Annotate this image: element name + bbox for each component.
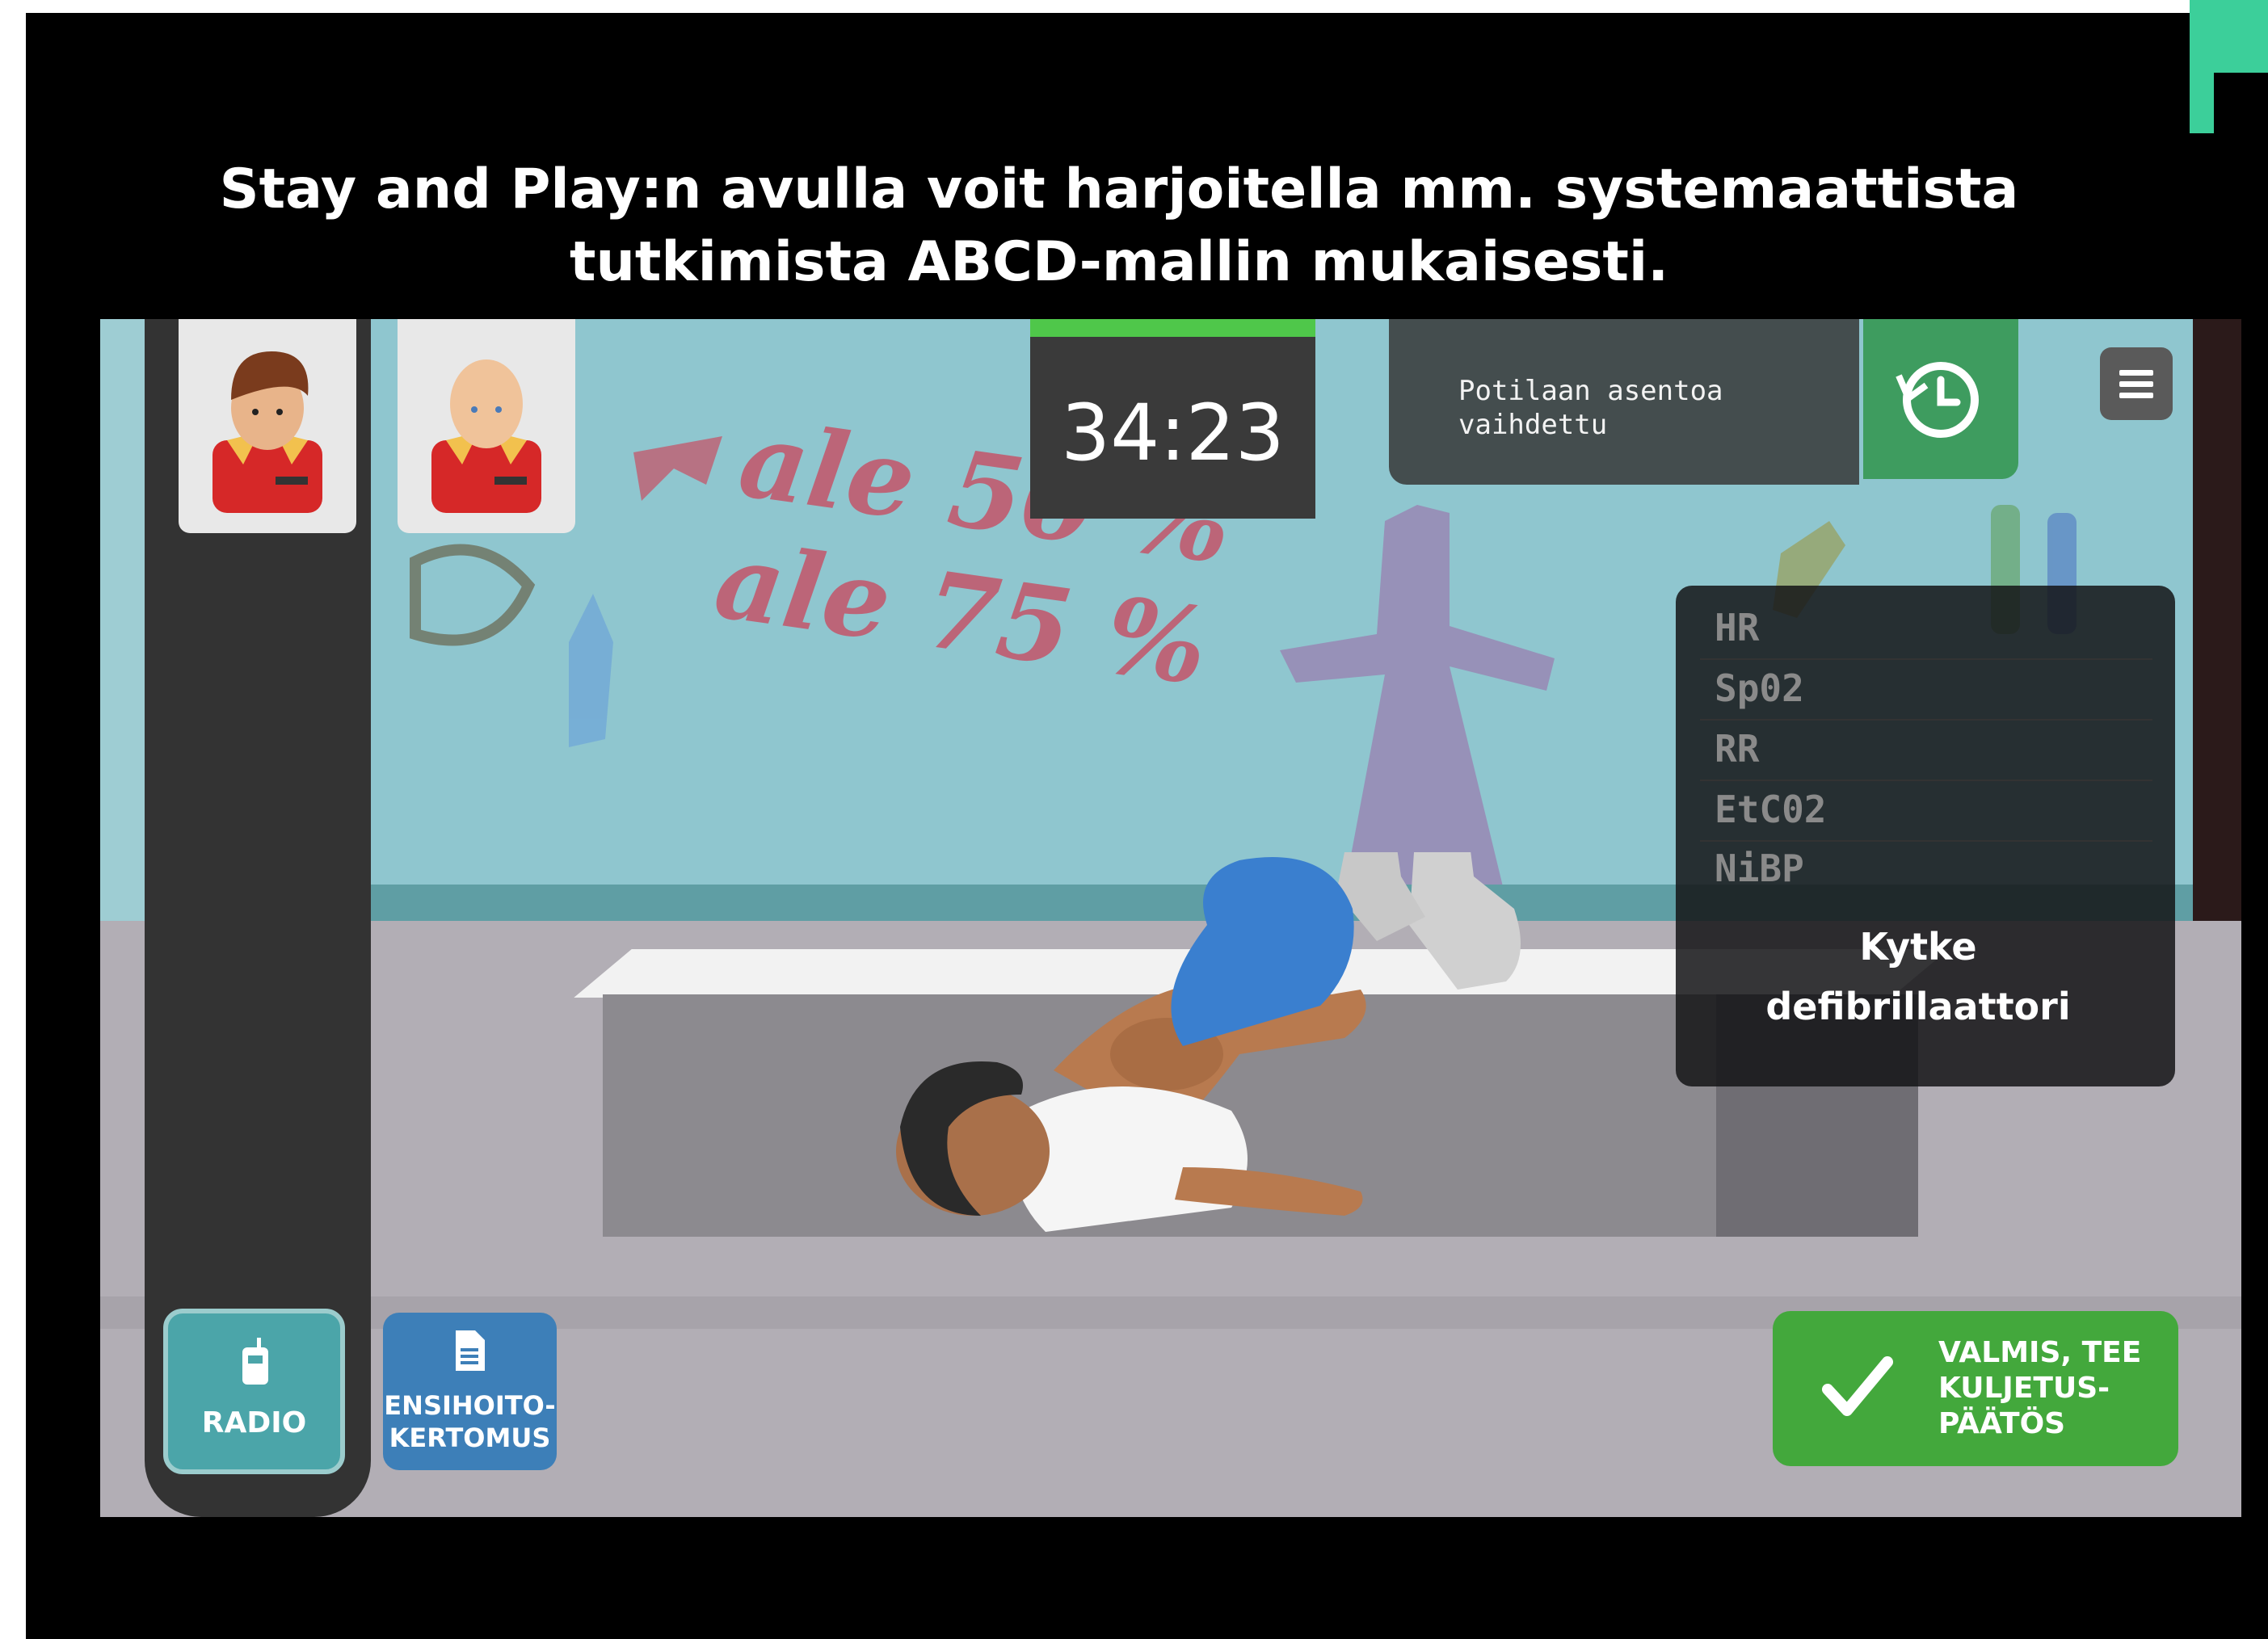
corner-decoration-bar <box>2190 0 2214 133</box>
vital-etco2-label: EtC02 <box>1715 788 1827 831</box>
patient-figure[interactable] <box>787 852 1676 1305</box>
finish-button-label-2: KULJETUS- <box>1938 1372 2110 1405</box>
event-notice-text: Potilaan asentoa vaihdettu <box>1458 375 1723 441</box>
timer-value: 34:23 <box>1061 388 1285 478</box>
finish-button-label-3: PÄÄTÖS <box>1938 1407 2066 1440</box>
connect-defibrillator-label-1: Kytke <box>1859 925 1977 969</box>
hamburger-menu-icon-bar <box>2119 393 2153 398</box>
event-notice: Potilaan asentoa vaihdettu <box>1389 319 1859 485</box>
game-viewport[interactable]: ale 50 % ale 75 % 34:23 Potilaan asentoa… <box>100 319 2241 1517</box>
patient-report-label-1: ENSIHOITO- <box>384 1390 556 1421</box>
wall-edge-right <box>2193 319 2241 921</box>
headline-line-1: Stay and Play:n avulla voit harjoitella … <box>219 158 2019 221</box>
timer-progress-bar <box>1030 319 1315 337</box>
document-icon <box>456 1330 485 1371</box>
paramedic-avatar-1[interactable] <box>179 319 356 533</box>
headline-line-2: tutkimista ABCD-mallin mukaisesti. <box>569 230 1669 294</box>
checkmark-icon <box>1822 1356 1893 1416</box>
paramedic-avatar-2[interactable] <box>398 319 575 533</box>
vitals-monitor[interactable]: HR Sp02 RR EtC02 NiBP Kytke defibrillaat… <box>1676 586 2175 1086</box>
paramedic-2-icon <box>431 359 541 513</box>
divider <box>1700 719 2152 721</box>
patient-report-button[interactable]: ENSIHOITO- KERTOMUS <box>383 1313 557 1470</box>
vital-rr-label: RR <box>1715 727 1760 771</box>
history-icon <box>1896 362 1979 438</box>
radio-label: RADIO <box>201 1406 307 1439</box>
radio-button[interactable]: RADIO <box>163 1309 345 1474</box>
patient-sock-1 <box>1409 852 1521 990</box>
radio-icon <box>242 1338 268 1385</box>
vital-spo2-label: Sp02 <box>1715 666 1804 710</box>
history-button[interactable] <box>1863 319 2018 479</box>
divider <box>1700 780 2152 781</box>
patient-report-label: ENSIHOITO- KERTOMUS <box>383 1389 557 1454</box>
headline: Stay and Play:n avulla voit harjoitella … <box>162 153 2077 299</box>
corner-decoration-cut <box>2214 73 2268 133</box>
hamburger-menu-icon <box>2119 370 2153 376</box>
hamburger-menu-icon-bar <box>2119 381 2153 387</box>
paramedic-1-icon <box>212 351 322 513</box>
menu-button[interactable] <box>2100 347 2173 420</box>
finish-button-label: VALMIS, TEE KULJETUS- PÄÄTÖS <box>1938 1335 2165 1442</box>
timer-panel: 34:23 <box>1030 319 1315 519</box>
connect-defibrillator-label-2: defibrillaattori <box>1765 985 2071 1028</box>
patient-report-label-2: KERTOMUS <box>389 1423 551 1453</box>
connect-defibrillator-button[interactable]: Kytke defibrillaattori <box>1676 917 2161 1036</box>
shoe-shape <box>633 436 722 501</box>
vital-hr-label: HR <box>1715 606 1760 649</box>
bottle-shape <box>569 594 613 747</box>
basket-shape <box>410 544 536 646</box>
divider <box>1700 840 2152 842</box>
finish-transport-decision-button[interactable]: VALMIS, TEE KULJETUS- PÄÄTÖS <box>1773 1311 2178 1466</box>
divider <box>1700 658 2152 660</box>
finish-button-label-1: VALMIS, TEE <box>1938 1336 2142 1369</box>
vital-nibp-label: NiBP <box>1715 847 1804 890</box>
